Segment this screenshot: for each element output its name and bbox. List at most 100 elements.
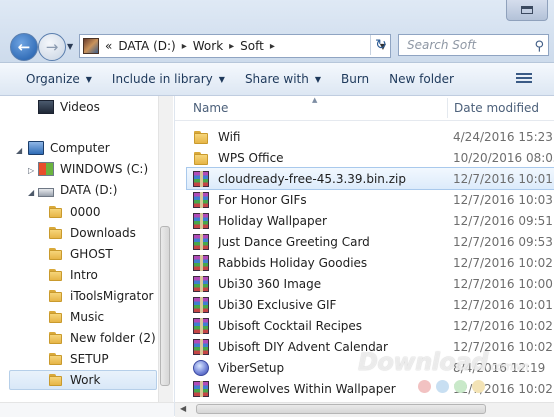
nav-item-folder[interactable]: Downloads [48, 223, 136, 243]
breadcrumb[interactable]: « DATA (D:) ▸ Work ▸ Soft ▸ ▼ [79, 34, 391, 58]
breadcrumb-drive-d[interactable]: DATA (D:) [115, 39, 178, 53]
archive-icon [193, 338, 209, 355]
breadcrumb-separator-icon[interactable]: ▸ [226, 41, 237, 52]
recent-pages-dropdown[interactable]: ▼ [67, 42, 73, 51]
nav-item-drive-c[interactable]: WINDOWS (C:) [38, 159, 148, 179]
search-icon[interactable]: ⚲ [534, 37, 544, 57]
file-date: 12/7/2016 10:03 [453, 192, 553, 207]
file-row[interactable]: Rabbids Holiday Goodies 12/7/2016 10:02 [187, 252, 554, 273]
archive-icon [193, 170, 209, 187]
nav-item-folder[interactable]: Intro [48, 265, 98, 285]
breadcrumb-work[interactable]: Work [190, 39, 226, 53]
breadcrumb-overflow[interactable]: « [102, 39, 115, 53]
column-header-date-modified[interactable]: Date modified [454, 96, 539, 120]
breadcrumb-separator-icon[interactable]: ▸ [179, 41, 190, 52]
navigation-pane: Videos ◢ Computer ▷ WINDOWS (C:) ◢ DATA … [0, 96, 175, 416]
file-row[interactable]: For Honor GIFs 12/7/2016 10:03 [187, 189, 554, 210]
include-in-library-label: Include in library [111, 72, 213, 86]
archive-icon [193, 212, 209, 229]
burn-label: Burn [341, 72, 370, 86]
search-placeholder: Search Soft [407, 38, 477, 52]
nav-item-folder[interactable]: SETUP [48, 349, 109, 369]
file-date: 4/24/2016 15:23 [453, 129, 553, 144]
file-name: For Honor GIFs [218, 192, 307, 207]
collapse-triangle-icon[interactable]: ◢ [28, 188, 34, 197]
nav-item-folder[interactable]: iToolsMigrator [48, 286, 153, 306]
file-row[interactable]: Ubisoft Cocktail Recipes 12/7/2016 10:02 [187, 315, 554, 336]
column-headers: ▲ Name Date modified [175, 96, 554, 121]
nav-item-label: WINDOWS (C:) [60, 162, 149, 176]
file-date: 12/7/2016 10:01 [453, 171, 553, 186]
new-folder-button[interactable]: New folder [379, 63, 464, 95]
file-date: 12/7/2016 09:51 [453, 213, 553, 228]
column-header-name[interactable]: Name [193, 96, 228, 120]
file-row[interactable]: Just Dance Greeting Card 12/7/2016 09:53 [187, 231, 554, 252]
file-name: Ubi30 Exclusive GIF [218, 297, 337, 312]
file-row[interactable]: Holiday Wallpaper 12/7/2016 09:51 [187, 210, 554, 231]
forward-button[interactable]: → [38, 33, 66, 61]
archive-icon [193, 275, 209, 292]
nav-item-label: Music [70, 310, 105, 324]
organize-button[interactable]: Organize ▼ [16, 63, 102, 95]
file-date: 12/7/2016 10:01 [453, 297, 553, 312]
file-name: Just Dance Greeting Card [218, 234, 370, 249]
watermark-suffix: .com.vn [487, 360, 529, 373]
collapse-triangle-icon[interactable]: ◢ [16, 146, 22, 155]
folder-icon [48, 373, 64, 387]
nav-item-folder[interactable]: New folder (2) [48, 328, 156, 348]
nav-item-folder[interactable]: GHOST [48, 244, 113, 264]
restore-icon [521, 6, 533, 14]
file-name: Ubisoft Cocktail Recipes [218, 318, 363, 333]
expand-triangle-icon[interactable]: ▷ [28, 166, 34, 175]
file-name: Ubi30 360 Image [218, 276, 322, 291]
file-row[interactable]: Werewolves Within Wallpaper 12/7/2016 10… [187, 378, 554, 399]
nav-item-label: 0000 [70, 205, 101, 219]
watermark-dot [454, 380, 467, 393]
file-name: WPS Office [218, 150, 284, 165]
folder-icon [48, 247, 64, 261]
restore-window-button[interactable] [506, 0, 548, 21]
refresh-button[interactable]: ↻ [370, 35, 391, 55]
file-row[interactable]: WPS Office 10/20/2016 08:05 [187, 147, 554, 168]
share-with-button[interactable]: Share with ▼ [235, 63, 331, 95]
file-row[interactable]: Ubi30 Exclusive GIF 12/7/2016 10:01 [187, 294, 554, 315]
file-date: 12/7/2016 10:00 [453, 276, 553, 291]
folder-thumbnail-icon [83, 38, 99, 54]
nav-item-computer[interactable]: Computer [28, 138, 110, 158]
horizontal-scrollbar-thumb[interactable] [196, 404, 486, 414]
nav-item-drive-d[interactable]: DATA (D:) [38, 180, 117, 200]
nav-item-folder[interactable]: 0000 [48, 202, 101, 222]
breadcrumb-separator-icon[interactable]: ▸ [267, 41, 278, 52]
back-button[interactable]: ← [10, 33, 38, 61]
watermark-dot [436, 380, 449, 393]
nav-item-label: Downloads [70, 226, 136, 240]
breadcrumb-soft[interactable]: Soft [237, 39, 267, 53]
sort-ascending-icon: ▲ [312, 96, 318, 104]
nav-item-videos[interactable]: Videos [38, 97, 100, 117]
file-name: cloudready-free-45.3.39.bin.zip [218, 171, 406, 186]
file-row[interactable]: Wifi 4/24/2016 15:23 [187, 126, 554, 147]
refresh-icon: ↻ [375, 37, 387, 53]
folder-icon [48, 226, 64, 240]
search-input[interactable]: Search Soft ⚲ [398, 34, 549, 56]
nav-item-folder-selected[interactable]: Work [48, 370, 100, 390]
folder-icon [48, 268, 64, 282]
watermark-dot [418, 380, 431, 393]
archive-icon [193, 380, 209, 397]
file-row-selected[interactable]: cloudready-free-45.3.39.bin.zip 12/7/201… [186, 167, 554, 190]
video-library-icon [38, 100, 54, 114]
file-row[interactable]: Ubi30 360 Image 12/7/2016 10:00 [187, 273, 554, 294]
nav-item-label: GHOST [70, 247, 113, 261]
nav-item-folder[interactable]: Music [48, 307, 104, 327]
folder-icon [48, 352, 64, 366]
burn-button[interactable]: Burn [331, 63, 379, 95]
column-divider[interactable] [447, 98, 448, 118]
installer-icon [193, 359, 209, 376]
folder-icon [48, 310, 64, 324]
folder-icon [48, 289, 64, 303]
scroll-left-icon[interactable]: ◀ [180, 402, 186, 416]
nav-scrollbar-thumb[interactable] [160, 226, 170, 386]
windows-drive-icon [38, 162, 54, 176]
include-in-library-button[interactable]: Include in library ▼ [102, 63, 235, 95]
change-view-icon[interactable] [516, 71, 532, 85]
